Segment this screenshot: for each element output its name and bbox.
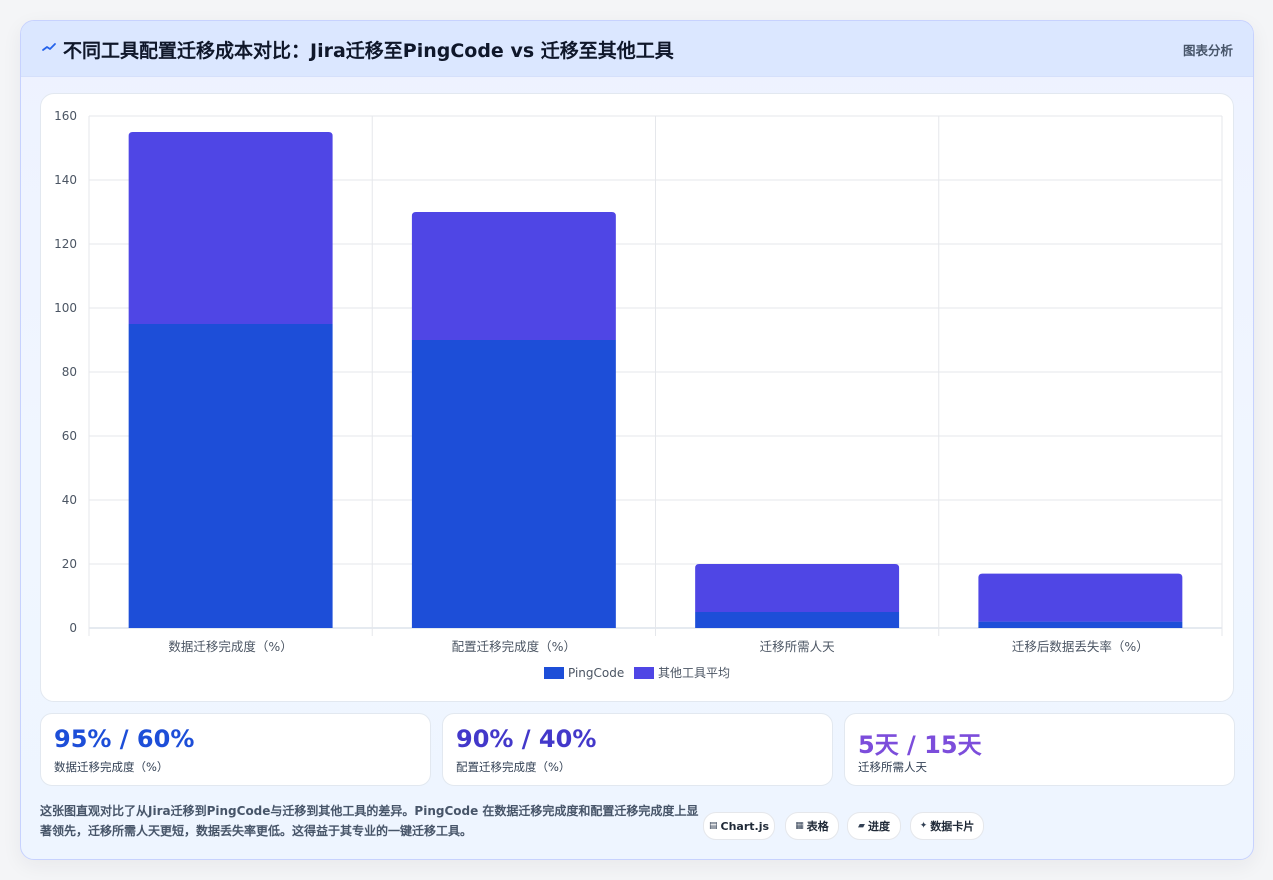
- chart-panel: 0 20 40 60 80 100 120 140 160 数据迁移完成度（%） 配置迁移完成度（%…: [40, 93, 1234, 702]
- x-tick-label: 数据迁移完成度（%）: [168, 639, 292, 654]
- stat-value: 5天 / 15天: [858, 731, 982, 759]
- progress-icon: ▰: [858, 821, 865, 831]
- y-tick-label: 40: [62, 493, 77, 507]
- stat-value: 90% / 40%: [456, 725, 597, 753]
- chart-icon: ▤: [708, 821, 718, 831]
- bar-pingcode: [411, 340, 616, 628]
- stat-label: 配置迁移完成度（%）: [456, 760, 571, 774]
- y-tick-label: 140: [54, 173, 77, 187]
- legend-swatch: [544, 667, 564, 679]
- bar-other-tools: [695, 564, 900, 612]
- stat-card-data-migration: 95% / 60% 数据迁移完成度（%）: [40, 713, 431, 786]
- chart-analysis-tag[interactable]: 图表分析: [1183, 40, 1233, 59]
- bar-pingcode: [978, 621, 1183, 628]
- y-tick-label: 60: [62, 429, 77, 443]
- chip-label: Chart.js: [720, 819, 770, 833]
- table-icon: ▦: [795, 821, 804, 831]
- chip-data-card[interactable]: ✦ 数据卡片: [910, 812, 984, 840]
- stacked-bar-chart: 0 20 40 60 80 100 120 140 160 数据迁移完成度（%） 配置迁移完成度（%…: [54, 109, 1223, 680]
- y-tick-label: 160: [54, 109, 77, 123]
- chart-title: 不同工具配置迁移成本对比：Jira迁移至PingCode vs 迁移至其他工具: [63, 40, 674, 62]
- stat-label: 迁移所需人天: [858, 760, 927, 774]
- chip-label: 表格: [806, 820, 829, 833]
- sparkle-icon: ✦: [919, 821, 928, 831]
- bar-other-tools: [978, 573, 1183, 622]
- legend-swatch: [634, 667, 654, 679]
- stat-value: 95% / 60%: [54, 725, 195, 753]
- legend-label: 其他工具平均: [658, 666, 730, 680]
- stat-label: 数据迁移完成度（%）: [54, 760, 169, 774]
- stat-card-person-days: 5天 / 15天 迁移所需人天: [844, 713, 1235, 786]
- y-tick-label: 20: [62, 557, 77, 571]
- x-tick-label: 迁移所需人天: [760, 639, 836, 654]
- chip-label: 进度: [867, 820, 890, 833]
- legend-label: PingCode: [568, 666, 624, 680]
- chart-card: 不同工具配置迁移成本对比：Jira迁移至PingCode vs 迁移至其他工具 …: [20, 20, 1254, 860]
- stat-card-config-migration: 90% / 40% 配置迁移完成度（%）: [442, 713, 833, 786]
- y-tick-label: 80: [62, 365, 77, 379]
- trend-icon: [42, 43, 56, 51]
- card-header: 不同工具配置迁移成本对比：Jira迁移至PingCode vs 迁移至其他工具 …: [21, 21, 1253, 77]
- y-tick-label: 100: [54, 301, 77, 315]
- chart-description: 这张图直观对比了从Jira迁移到PingCode与迁移到其他工具的差异。Ping…: [40, 804, 699, 838]
- bar-other-tools: [411, 212, 616, 340]
- x-tick-label: 迁移后数据丢失率（%）: [1012, 639, 1149, 654]
- bar-pingcode: [128, 324, 333, 628]
- bar-pingcode: [695, 612, 900, 628]
- chip-progress[interactable]: ▰ 进度: [847, 812, 901, 840]
- chip-label: 数据卡片: [930, 820, 975, 833]
- chip-table[interactable]: ▦ 表格: [785, 812, 839, 840]
- chip-chartjs[interactable]: ▤ Chart.js: [703, 812, 775, 840]
- y-tick-label: 0: [69, 621, 77, 635]
- bar-other-tools: [128, 132, 333, 324]
- y-tick-label: 120: [54, 237, 77, 251]
- x-tick-label: 配置迁移完成度（%）: [452, 639, 576, 654]
